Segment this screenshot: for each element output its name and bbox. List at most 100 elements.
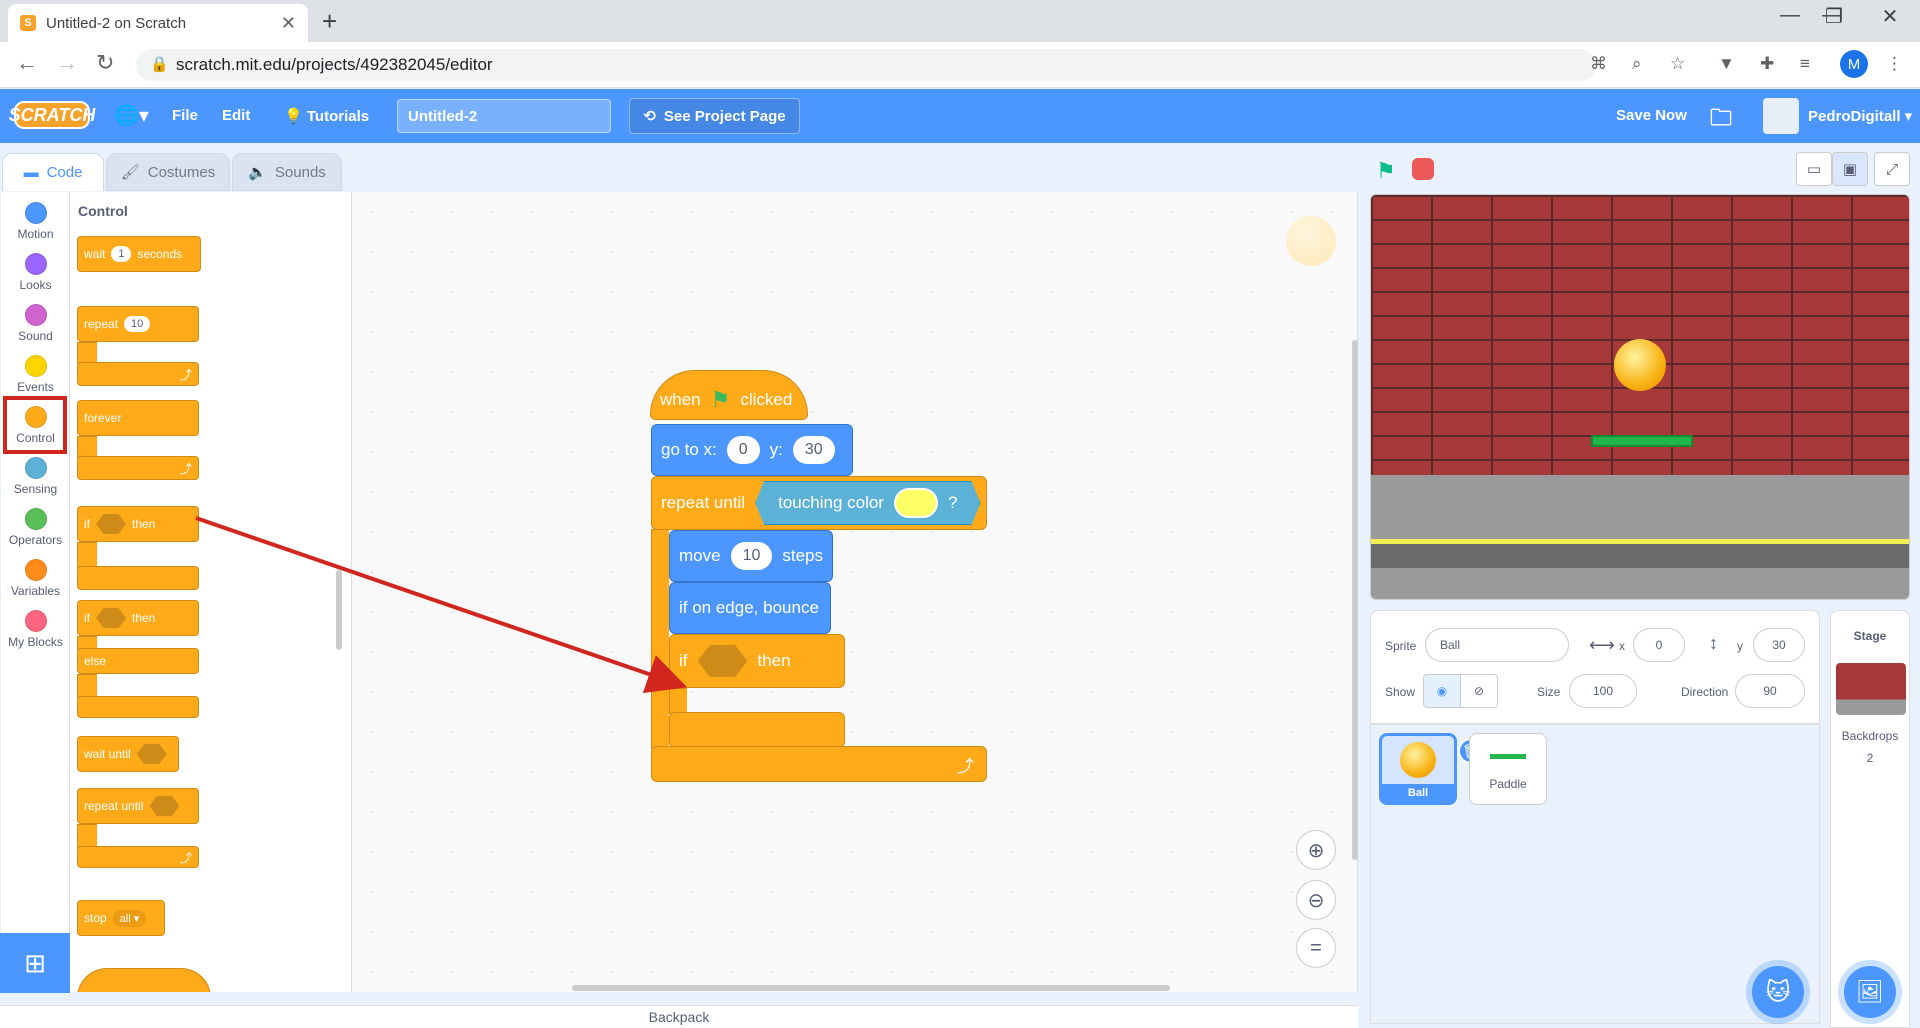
code-workspace[interactable] — [352, 192, 1358, 992]
y-position-input[interactable]: 30 — [1753, 628, 1805, 662]
palette-block-wait-until[interactable]: wait until — [77, 736, 179, 772]
category-events[interactable]: Events — [1, 355, 70, 394]
move-steps-input[interactable]: 10 — [730, 542, 773, 570]
username-menu[interactable]: PedroDigitall ▾ — [1808, 107, 1912, 125]
browser-menu-icon[interactable]: ⋮ — [1886, 54, 1903, 74]
see-project-page-button[interactable]: ⟲ See Project Page — [629, 98, 800, 134]
show-visible-button[interactable]: ◉ — [1423, 674, 1461, 708]
go-to-xy-block[interactable]: go to x: 0 y: 30 — [651, 424, 853, 476]
category-sensing[interactable]: Sensing — [1, 457, 70, 496]
normal-stage-button[interactable]: ▣ — [1832, 152, 1868, 186]
zoom-in-button[interactable]: ⊕ — [1296, 830, 1336, 870]
edit-menu[interactable]: Edit — [222, 107, 250, 124]
color-picker-input[interactable] — [893, 488, 938, 518]
category-my-blocks[interactable]: My Blocks — [1, 610, 70, 649]
restore-window-icon[interactable]: ❐ — [1814, 4, 1854, 29]
category-looks[interactable]: Looks — [1, 253, 70, 292]
close-window-icon[interactable]: ✕ — [1870, 4, 1910, 29]
stop-button[interactable] — [1412, 158, 1434, 180]
new-tab-icon[interactable]: + — [322, 6, 337, 37]
save-now-button[interactable]: Save Now — [1616, 107, 1687, 124]
block-input[interactable]: 10 — [124, 316, 151, 332]
lock-icon: 🔒 — [150, 56, 169, 73]
address-bar[interactable]: 🔒 scratch.mit.edu/projects/492382045/edi… — [136, 49, 1596, 81]
stage-canvas[interactable] — [1370, 194, 1910, 600]
zoom-icon[interactable]: ⌕ — [1632, 54, 1642, 74]
add-extension-button[interactable]: ⊞ — [0, 933, 70, 993]
workspace-vertical-scrollbar[interactable] — [1352, 340, 1358, 860]
block-input[interactable]: 1 — [111, 246, 132, 262]
small-stage-button[interactable]: ▭ — [1796, 152, 1832, 186]
stop-dropdown[interactable]: all ▾ — [112, 909, 147, 927]
if-on-edge-bounce-block[interactable]: if on edge, bounce — [669, 582, 831, 634]
choose-backdrop-button[interactable]: 🖼 — [1844, 966, 1896, 1018]
extensions-puzzle-icon[interactable]: ✚ — [1760, 54, 1774, 74]
x-position-input[interactable]: 0 — [1633, 628, 1685, 662]
green-flag-button[interactable]: ⚑ — [1376, 158, 1396, 184]
move-steps-block[interactable]: move 10 steps — [669, 530, 833, 582]
tab-costumes[interactable]: 🖌 Costumes — [106, 153, 230, 191]
my-stuff-folder-icon[interactable]: 🗀 — [1710, 101, 1732, 139]
palette-block-stop[interactable]: stop all ▾ — [77, 900, 165, 936]
choose-sprite-button[interactable]: 🐱 — [1752, 966, 1804, 1018]
palette-block-wait[interactable]: wait 1 seconds — [77, 236, 201, 272]
user-avatar[interactable] — [1763, 98, 1799, 134]
palette-block-repeat-until[interactable]: repeat until — [77, 788, 199, 824]
browser-tab[interactable]: S Untitled-2 on Scratch ✕ — [8, 4, 308, 42]
tab-code[interactable]: ▬ Code — [2, 153, 104, 191]
palette-block-if-then[interactable]: if then — [77, 506, 199, 542]
bookmark-star-icon[interactable]: ☆ — [1670, 54, 1685, 74]
minimize-window-icon[interactable]: — — [1770, 4, 1810, 27]
palette-block-repeat[interactable]: repeat 10 — [77, 306, 199, 342]
fullscreen-button[interactable]: ⤢ — [1874, 152, 1910, 186]
block-text: move — [679, 546, 721, 565]
project-title-input[interactable]: Untitled-2 — [397, 99, 611, 133]
palette-scrollbar[interactable] — [336, 570, 342, 650]
media-queue-icon[interactable]: ≡ — [1800, 54, 1810, 74]
ball-sprite[interactable] — [1614, 339, 1666, 391]
stop-dropdown-value: all — [119, 912, 131, 925]
goto-x-input[interactable]: 0 — [726, 436, 760, 464]
file-menu[interactable]: File — [172, 107, 198, 124]
tutorials-button[interactable]: 💡 Tutorials — [284, 107, 369, 125]
back-icon[interactable]: ← — [16, 50, 38, 76]
palette-block-if-then-else[interactable]: if then — [77, 600, 199, 636]
close-tab-icon[interactable]: ✕ — [281, 13, 296, 34]
category-operators[interactable]: Operators — [1, 508, 70, 547]
zoom-in-icon: ⊕ — [1307, 839, 1325, 862]
zoom-reset-button[interactable]: = — [1296, 928, 1336, 968]
extension-vee-icon[interactable]: ▼ — [1718, 54, 1735, 74]
reload-icon[interactable]: ↻ — [96, 50, 114, 76]
paddle-sprite[interactable] — [1591, 435, 1693, 447]
translate-icon[interactable]: ⌘ — [1590, 54, 1607, 74]
forward-icon[interactable]: → — [56, 50, 78, 76]
stage-title: Stage — [1853, 629, 1887, 643]
sprite-name-input[interactable]: Ball — [1425, 628, 1569, 662]
browser-toolbar: ← → ↻ 🔒 scratch.mit.edu/projects/4923820… — [0, 42, 1920, 88]
goto-y-input[interactable]: 30 — [792, 436, 835, 464]
profile-avatar[interactable]: M — [1840, 50, 1868, 78]
category-sound[interactable]: Sound — [1, 304, 70, 343]
when-flag-clicked-block[interactable]: when ⚑ clicked — [650, 370, 808, 420]
sprite-thumb-paddle[interactable]: Paddle — [1469, 733, 1547, 805]
category-motion[interactable]: Motion — [1, 202, 70, 241]
tab-sounds[interactable]: 🔈 Sounds — [232, 153, 342, 191]
size-input[interactable]: 100 — [1569, 674, 1637, 708]
workspace-horizontal-scrollbar[interactable] — [572, 985, 1170, 991]
tutorials-label: Tutorials — [306, 108, 370, 125]
show-hidden-button[interactable]: ⊘ — [1460, 674, 1498, 708]
touching-color-block[interactable]: touching color ? — [755, 481, 981, 525]
backpack-bar[interactable]: Backpack — [0, 1005, 1358, 1028]
zoom-out-button[interactable]: ⊖ — [1296, 880, 1336, 920]
if-then-block[interactable]: if then — [669, 634, 845, 688]
paddle-thumbnail-image — [1490, 754, 1526, 759]
repeat-until-block[interactable]: repeat until touching color ? — [651, 476, 987, 530]
direction-input[interactable]: 90 — [1735, 674, 1805, 708]
scratch-logo[interactable]: SCRATCH — [9, 101, 95, 129]
sprite-thumb-ball[interactable]: Ball 🗑 — [1379, 733, 1484, 805]
palette-block-forever[interactable]: forever — [77, 400, 199, 436]
language-globe-icon[interactable]: 🌐▾ — [114, 103, 149, 128]
variables-dot-icon — [24, 559, 47, 581]
palette-block-hat-partial[interactable] — [77, 968, 211, 992]
category-variables[interactable]: Variables — [1, 559, 70, 598]
